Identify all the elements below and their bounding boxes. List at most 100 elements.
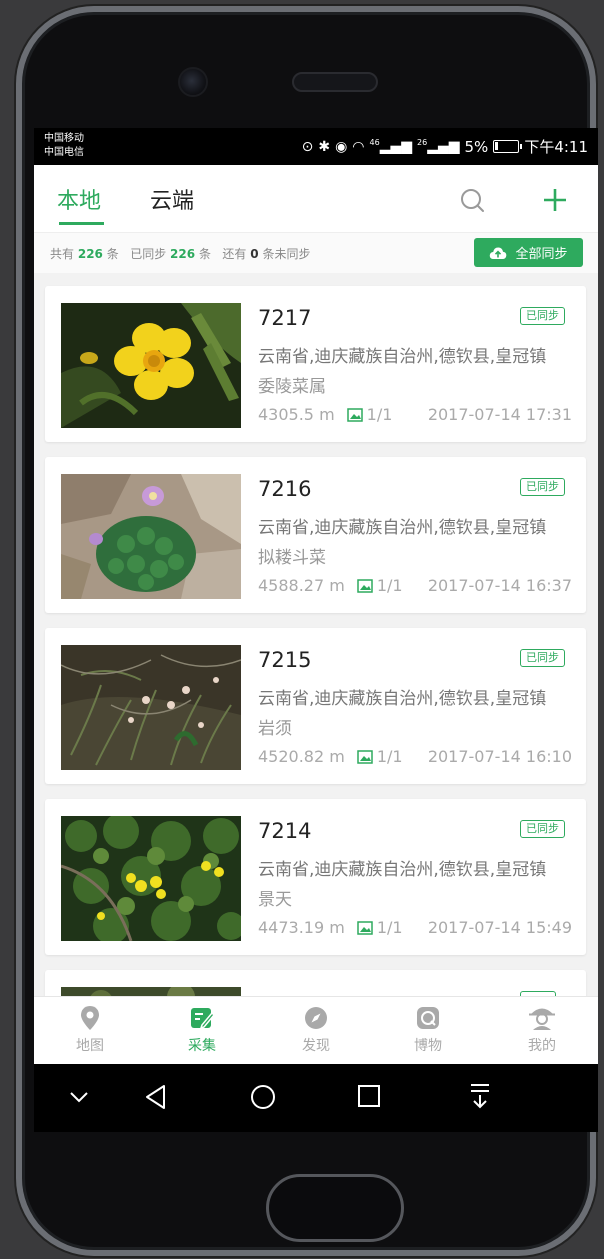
sedum-photo — [61, 816, 241, 941]
nav-museum-label: 博物 — [414, 1038, 442, 1054]
home-circle-icon[interactable] — [250, 1084, 276, 1110]
search-icon[interactable] — [459, 187, 487, 215]
sync-status-badge: 已同步 — [520, 478, 565, 496]
top-tab-bar: 本地 云端 — [34, 165, 598, 233]
record-image-count: 1/1 — [376, 918, 403, 937]
synced-unit: 条 — [198, 247, 211, 261]
sync-status-badge: 已同步 — [520, 820, 565, 838]
record-species: 拟耧斗菜 — [258, 548, 326, 568]
active-tab-indicator — [59, 222, 104, 225]
nav-profile-label: 我的 — [528, 1038, 556, 1054]
record-species: 委陵菜属 — [258, 377, 326, 397]
sync-status-badge: 已同步 — [520, 649, 565, 667]
moss-plant-photo — [61, 645, 241, 770]
back-icon[interactable] — [144, 1084, 168, 1110]
earpiece-speaker — [292, 72, 378, 92]
record-meta: 4520.82 m 1/1 — [258, 747, 403, 766]
image-icon — [357, 750, 373, 764]
nav-collect-label: 采集 — [188, 1038, 216, 1054]
wifi-icon: ◠ — [352, 138, 365, 155]
eye-icon: ◉ — [335, 138, 348, 155]
image-icon — [357, 579, 373, 593]
bluetooth-icon: ✱ — [318, 138, 331, 155]
record-card[interactable]: 7216 已同步 云南省,迪庆藏族自治州,德钦县,皇冠镇 拟耧斗菜 4588.2… — [45, 457, 586, 613]
record-id: 7214 — [258, 819, 312, 843]
nav-profile[interactable]: 我的 — [502, 1005, 582, 1055]
status-bar: 中国移动 中国电信 ⊙ ✱ ◉ ◠ 46▂▄▆ 26▂▄▆ 5% 下午4:11 — [34, 128, 598, 165]
cloud-upload-icon — [490, 247, 507, 259]
record-species: 景天 — [258, 890, 292, 910]
sync-summary-bar: 共有 226 条 已同步 226 条 还有 0 条未同步 全部同步 — [34, 233, 598, 273]
recents-icon[interactable] — [357, 1084, 381, 1108]
record-card[interactable]: 7217 已同步 云南省,迪庆藏族自治州,德钦县,皇冠镇 委陵菜属 4305.5… — [45, 286, 586, 442]
bottom-navigation: 地图 采集 发现 博物 我的 — [34, 996, 598, 1064]
carrier-labels: 中国移动 中国电信 — [44, 132, 84, 160]
record-altitude: 4520.82 m — [258, 747, 345, 766]
signal-icon-1: 46▂▄▆ — [369, 138, 413, 155]
record-id: 7215 — [258, 648, 312, 672]
record-image-count: 1/1 — [376, 576, 403, 595]
status-icons: ⊙ ✱ ◉ ◠ 46▂▄▆ 26▂▄▆ 5% 下午4:11 — [302, 136, 588, 157]
record-id: 7217 — [258, 306, 312, 330]
add-icon[interactable] — [540, 185, 570, 215]
home-button[interactable] — [266, 1174, 404, 1242]
nav-museum[interactable]: 博物 — [388, 1005, 468, 1055]
record-datetime: 2017-07-14 17:31 — [427, 405, 572, 424]
record-photo[interactable] — [61, 645, 241, 770]
record-card[interactable]: 7215 已同步 云南省,迪庆藏族自治州,德钦县,皇冠镇 岩须 4520.82 … — [45, 628, 586, 784]
status-time: 下午4:11 — [524, 138, 588, 156]
record-species: 岩须 — [258, 719, 292, 739]
record-meta: 4588.27 m 1/1 — [258, 576, 403, 595]
rock-plant-photo — [61, 474, 241, 599]
location-icon: ⊙ — [301, 138, 314, 155]
nav-collect[interactable]: 采集 — [162, 1005, 242, 1055]
chevron-down-icon[interactable] — [68, 1090, 90, 1104]
system-nav-bar — [34, 1064, 598, 1132]
front-camera — [178, 67, 208, 97]
record-altitude: 4588.27 m — [258, 576, 345, 595]
profile-icon — [529, 1008, 555, 1030]
signal-icon-2: 26▂▄▆ — [417, 138, 460, 155]
image-icon — [346, 408, 363, 422]
nav-map-label: 地图 — [76, 1038, 104, 1054]
image-icon — [357, 921, 373, 935]
record-image-count: 1/1 — [366, 405, 393, 424]
sync-all-label: 全部同步 — [515, 247, 568, 262]
edit-icon — [191, 1008, 215, 1030]
tab-local[interactable]: 本地 — [57, 183, 101, 215]
record-image-count: 1/1 — [376, 747, 403, 766]
record-meta: 4305.5 m 1/1 — [258, 405, 392, 424]
sync-all-button[interactable]: 全部同步 — [474, 238, 583, 267]
synced-count: 226 — [170, 247, 196, 261]
synced-label: 已同步 — [130, 247, 167, 261]
battery-icon — [493, 140, 523, 153]
record-photo[interactable] — [61, 474, 241, 599]
record-photo[interactable] — [61, 303, 241, 428]
record-location: 云南省,迪庆藏族自治州,德钦县,皇冠镇 — [258, 689, 547, 709]
app-screen: 中国移动 中国电信 ⊙ ✱ ◉ ◠ 46▂▄▆ 26▂▄▆ 5% 下午4:11 … — [34, 128, 598, 1132]
unsynced-count: 0 — [250, 247, 259, 261]
record-id: 7216 — [258, 477, 312, 501]
record-altitude: 4473.19 m — [258, 918, 345, 937]
museum-icon — [417, 1007, 439, 1029]
yellow-flower-photo — [61, 303, 241, 428]
tab-cloud[interactable]: 云端 — [150, 183, 194, 215]
record-datetime: 2017-07-14 16:37 — [427, 576, 572, 595]
nav-discover-label: 发现 — [302, 1038, 330, 1054]
record-location: 云南省,迪庆藏族自治州,德钦县,皇冠镇 — [258, 860, 547, 880]
record-altitude: 4305.5 m — [258, 405, 335, 424]
nav-discover[interactable]: 发现 — [276, 1005, 356, 1055]
notification-pull-icon[interactable] — [468, 1082, 492, 1110]
total-count: 226 — [77, 247, 103, 261]
record-photo[interactable] — [61, 816, 241, 941]
compass-icon — [305, 1007, 327, 1029]
total-label: 共有 — [50, 247, 75, 261]
sync-status-badge: 已同步 — [520, 307, 565, 325]
nav-map[interactable]: 地图 — [50, 1005, 130, 1055]
sync-summary-text: 共有 226 条 已同步 226 条 还有 0 条未同步 — [50, 245, 310, 262]
record-card[interactable]: 7214 已同步 云南省,迪庆藏族自治州,德钦县,皇冠镇 景天 4473.19 … — [45, 799, 586, 955]
unsynced-unit: 条未同步 — [262, 247, 311, 261]
record-datetime: 2017-07-14 15:49 — [427, 918, 572, 937]
record-meta: 4473.19 m 1/1 — [258, 918, 403, 937]
carrier-2: 中国电信 — [44, 147, 84, 158]
